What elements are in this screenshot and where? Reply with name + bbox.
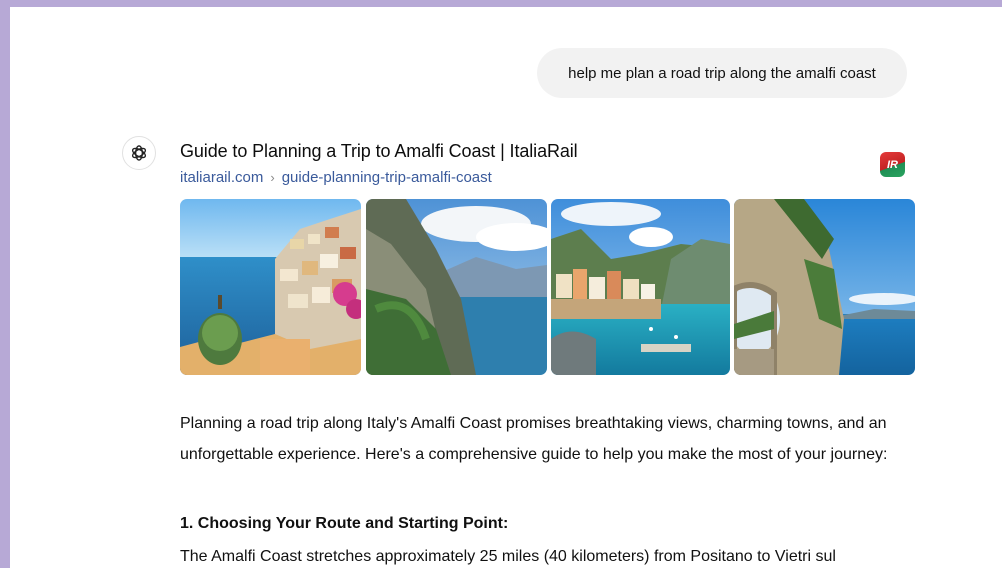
search-result-url[interactable]: italiarail.com › guide-planning-trip-ama… [180,169,492,186]
chat-window: help me plan a road trip along the amalf… [10,7,1002,568]
section-heading: 1. Choosing Your Route and Starting Poin… [180,515,509,532]
section-paragraph: The Amalfi Coast stretches approximately… [180,548,836,565]
user-message-bubble: help me plan a road trip along the amalf… [537,48,907,98]
openai-logo-icon [122,136,156,170]
chevron-right-icon: › [270,170,275,185]
user-message-text: help me plan a road trip along the amalf… [568,64,876,82]
coastal-cliffs-photo[interactable] [366,199,547,375]
positano-coast-photo[interactable] [180,199,361,375]
italiarail-favicon-icon[interactable]: IR [880,152,905,177]
harbor-village-photo[interactable] [551,199,730,375]
assistant-intro-paragraph: Planning a road trip along Italy's Amalf… [180,415,888,463]
result-path: guide-planning-trip-amalfi-coast [281,169,492,186]
result-domain: italiarail.com [180,169,264,186]
search-result-title-link[interactable]: Guide to Planning a Trip to Amalfi Coast… [180,141,578,162]
cliff-tunnel-road-photo[interactable] [734,199,915,375]
